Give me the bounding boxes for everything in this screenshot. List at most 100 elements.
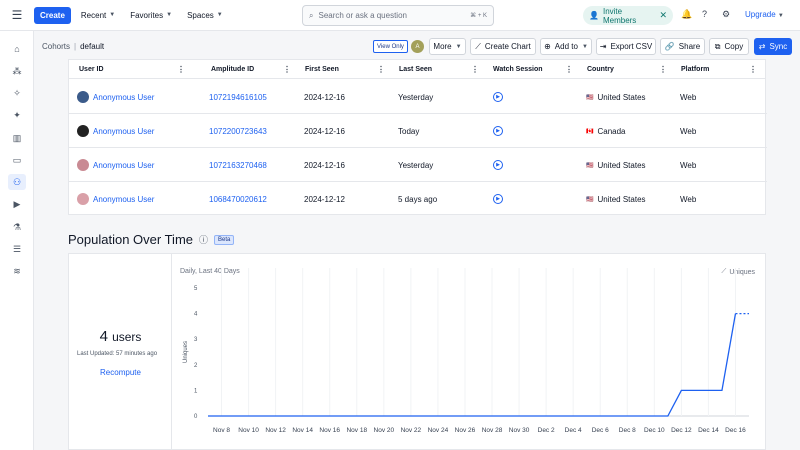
column-menu-icon[interactable]: ⋮ (471, 65, 479, 74)
column-label: Last Seen (399, 66, 433, 73)
avatar[interactable]: A (411, 40, 424, 53)
search-input[interactable]: ⌕ Search or ask a question ⌘ + K (302, 5, 494, 26)
column-menu-icon[interactable]: ⋮ (565, 65, 573, 74)
recent-menu[interactable]: Recent ▼ (81, 11, 115, 20)
user-count: 4 users (69, 328, 172, 345)
home-icon[interactable]: ⌂ (8, 41, 26, 57)
column-menu-icon[interactable]: ⋮ (749, 65, 757, 74)
chevron-down-icon: ▼ (109, 12, 116, 18)
sparkle-icon[interactable]: ✦ (8, 107, 26, 123)
y-axis-label: Uniques (183, 341, 189, 363)
sync-button[interactable]: ⇄ Sync (754, 38, 792, 55)
cohorts-icon[interactable]: ⚇ (8, 174, 26, 190)
table-row[interactable]: Anonymous User 1072200723643 2024-12-16 … (69, 114, 767, 148)
watch-session-button[interactable]: ▶ (493, 148, 503, 182)
breadcrumb-current: default (80, 42, 105, 51)
flag-icon: 🇺🇸 (586, 94, 594, 101)
database-icon[interactable]: ☰ (8, 241, 26, 257)
column-header-last-seen[interactable]: Last Seen ⋮ (399, 60, 485, 79)
amplitude-id-link[interactable]: 1072194616105 (209, 80, 267, 114)
share-button[interactable]: 🔗 Share (660, 38, 705, 55)
column-header-first-seen[interactable]: First Seen ⋮ (305, 60, 391, 79)
country-name: United States (597, 194, 646, 204)
user-count-word: users (112, 330, 142, 344)
recompute-button[interactable]: Recompute (69, 368, 172, 377)
user-link[interactable]: Anonymous User (93, 195, 154, 204)
first-seen-cell: 2024-12-16 (304, 126, 345, 136)
flag-icon: 🇺🇸 (586, 162, 594, 169)
chevron-down-icon: ▼ (455, 43, 462, 50)
user-count-value: 4 (99, 328, 108, 345)
add-user-icon: 👤 (589, 11, 599, 20)
amplitude-id-link[interactable]: 1068470020612 (209, 182, 267, 216)
close-icon[interactable]: ✕ (659, 10, 667, 21)
create-button[interactable]: Create (34, 6, 71, 24)
export-csv-button[interactable]: ⇥ Export CSV (596, 38, 656, 55)
x-tick-label: Nov 26 (455, 427, 476, 434)
column-header-amplitude-id[interactable]: Amplitude ID ⋮ (211, 60, 297, 79)
info-icon[interactable]: ⓘ (199, 233, 208, 246)
first-seen-cell: 2024-12-12 (304, 194, 345, 204)
user-cell[interactable]: Anonymous User (77, 80, 154, 114)
last-updated: Last Updated: 57 minutes ago (77, 351, 158, 357)
x-tick-label: Nov 28 (482, 427, 503, 434)
favorites-menu-label: Favorites (130, 10, 164, 20)
spaces-menu-label: Spaces (187, 10, 214, 20)
watch-session-button[interactable]: ▶ (493, 182, 503, 216)
column-header-watch-session[interactable]: Watch Session ⋮ (493, 60, 579, 79)
column-label: First Seen (305, 66, 339, 73)
user-link[interactable]: Anonymous User (93, 161, 154, 170)
watch-session-button[interactable]: ▶ (493, 80, 503, 114)
first-seen-cell: 2024-12-16 (304, 92, 345, 102)
upgrade-link[interactable]: Upgrade ▼ (745, 10, 784, 19)
copy-button[interactable]: ⧉ Copy (709, 38, 749, 55)
monitor-icon[interactable]: ▭ (8, 152, 26, 168)
invite-members-button[interactable]: 👤 Invite Members ✕ (583, 6, 673, 25)
column-label: Watch Session (493, 66, 543, 73)
user-cell[interactable]: Anonymous User (77, 114, 154, 148)
amplitude-id-link[interactable]: 1072200723643 (209, 114, 267, 148)
wand-icon[interactable]: ✧ (8, 85, 26, 101)
amplitude-id-link[interactable]: 1072163270468 (209, 148, 267, 182)
x-tick-label: Dec 14 (698, 427, 719, 434)
column-menu-icon[interactable]: ⋮ (377, 65, 385, 74)
create-chart-button[interactable]: ⟋ Create Chart (470, 38, 536, 55)
breadcrumb-parent[interactable]: Cohorts (42, 42, 70, 51)
pipeline-icon[interactable]: ≋ (8, 263, 26, 279)
chart-icon[interactable]: ▥ (8, 130, 26, 146)
play-circle-icon[interactable]: ▶ (8, 196, 26, 212)
user-cell[interactable]: Anonymous User (77, 182, 154, 216)
shapes-icon[interactable]: ⁂ (8, 63, 26, 79)
gear-icon[interactable]: ⚙ (722, 9, 730, 20)
user-link[interactable]: Anonymous User (93, 93, 154, 102)
flask-icon[interactable]: ⚗ (8, 219, 26, 235)
country-cell: 🇺🇸 United States (586, 80, 646, 114)
hamburger-menu-icon[interactable]: ☰ (0, 8, 34, 22)
column-menu-icon[interactable]: ⋮ (283, 65, 291, 74)
bell-icon[interactable]: 🔔 (681, 9, 692, 20)
favorites-menu[interactable]: Favorites ▼ (130, 11, 172, 20)
add-to-button[interactable]: ⊕ Add to ▼ (540, 38, 592, 55)
column-header-country[interactable]: Country ⋮ (587, 60, 673, 79)
play-icon: ▶ (493, 194, 503, 204)
spaces-menu[interactable]: Spaces ▼ (187, 11, 223, 20)
user-link[interactable]: Anonymous User (93, 127, 154, 136)
y-tick-label: 1 (194, 388, 198, 394)
search-icon: ⌕ (309, 10, 314, 20)
x-tick-label: Dec 10 (644, 427, 665, 434)
column-header-platform[interactable]: Platform ⋮ (681, 60, 763, 79)
table-row[interactable]: Anonymous User 1072163270468 2024-12-16 … (69, 148, 767, 182)
table-row[interactable]: Anonymous User 1068470020612 2024-12-12 … (69, 182, 767, 216)
y-tick-label: 5 (194, 286, 198, 292)
table-row[interactable]: Anonymous User 1072194616105 2024-12-16 … (69, 80, 767, 114)
watch-session-button[interactable]: ▶ (493, 114, 503, 148)
column-menu-icon[interactable]: ⋮ (659, 65, 667, 74)
table-header: User ID ⋮ Amplitude ID ⋮ First Seen ⋮ Last … (69, 60, 765, 79)
help-icon[interactable]: ? (702, 9, 707, 19)
avatar (77, 125, 89, 137)
user-cell[interactable]: Anonymous User (77, 148, 154, 182)
more-button[interactable]: More ▼ (429, 38, 466, 55)
column-header-user-id[interactable]: User ID ⋮ (79, 60, 191, 79)
export-csv-label: Export CSV (610, 42, 653, 51)
column-menu-icon[interactable]: ⋮ (177, 65, 185, 74)
